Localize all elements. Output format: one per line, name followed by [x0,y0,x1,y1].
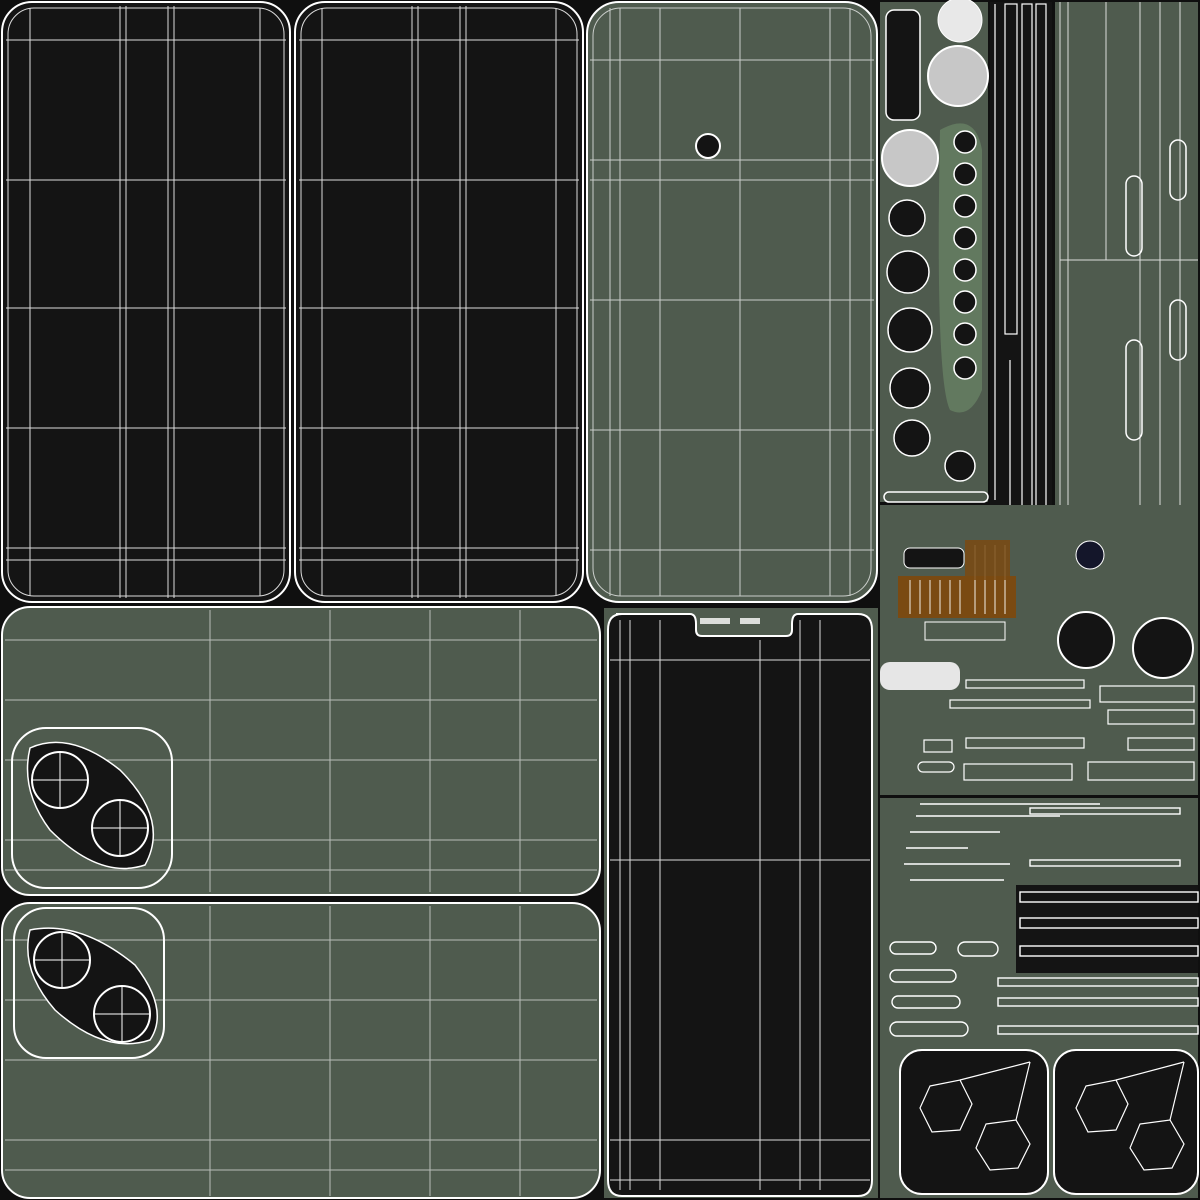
buttons-cluster [880,505,1198,795]
octagon-pads [880,0,989,503]
uv-texture-layout [0,0,1200,1200]
corner-caps [880,1048,1199,1198]
back-panel-left-dark [1,1,291,603]
front-screen-dark [604,608,878,1198]
trim-strips [880,798,1199,1048]
screen-panel-green [586,1,878,603]
camera-plate-bottom [1,902,601,1199]
back-panel-mid-dark [294,1,584,603]
camera-plate-top [1,606,601,896]
